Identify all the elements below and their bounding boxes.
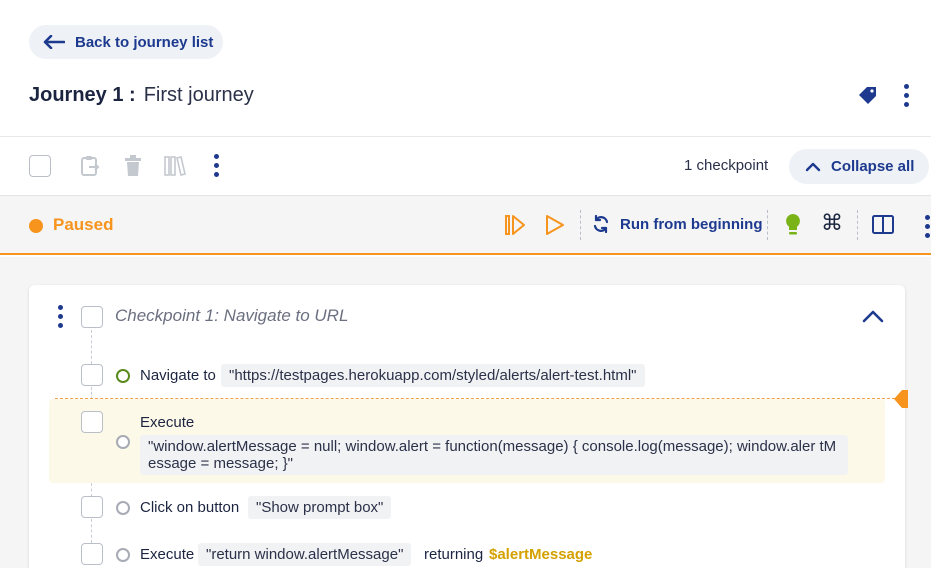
step-status-icon [116,369,130,383]
toolbar-options-menu-icon[interactable] [214,154,219,177]
back-to-journey-list-button[interactable]: Back to journey list [29,25,223,59]
paused-status-icon [29,219,43,233]
execution-status-label: Paused [53,215,114,234]
returned-variable[interactable]: $alertMessage [489,546,592,563]
run-from-beginning-label: Run from beginning [620,215,763,233]
step-action-label: Click on button [140,499,240,516]
journey-prefix: Journey 1 : [29,84,136,106]
chevron-up-icon [805,162,821,171]
command-icon[interactable]: ⌘ [821,211,843,236]
journey-options-menu-icon[interactable] [904,84,909,107]
checkpoint-count: 1 checkpoint [684,157,769,174]
chevron-up-icon[interactable] [861,306,885,326]
status-separator [767,210,768,240]
step-checkbox[interactable] [81,411,103,433]
arrow-left-icon [43,35,65,49]
refresh-icon [593,215,609,233]
collapse-all-label: Collapse all [831,158,915,175]
step-value[interactable]: "https://testpages.herokuapp.com/styled/… [221,364,645,387]
step-status-icon [116,501,130,515]
select-all-checkbox[interactable] [29,155,51,177]
header-divider [0,136,931,137]
step-checkbox[interactable] [81,496,103,518]
step-status-icon [116,435,130,449]
back-button-label: Back to journey list [75,33,214,51]
status-separator [857,210,858,240]
status-options-menu-icon[interactable] [925,215,930,238]
trash-icon[interactable] [122,154,144,178]
tag-icon[interactable] [856,85,880,107]
step-value[interactable]: "return window.alertMessage" [198,543,412,566]
step-action-label: Execute [140,414,195,431]
checkpoint-options-menu-icon[interactable] [58,305,63,328]
current-step-marker-icon [894,390,908,408]
step-action-label: Navigate to [140,367,216,384]
lightbulb-icon[interactable] [783,212,803,238]
paste-icon[interactable] [79,154,101,178]
play-icon[interactable] [544,212,566,238]
split-view-icon[interactable] [871,212,895,236]
checkpoint-checkbox[interactable] [81,306,103,328]
checkpoint-title[interactable]: Checkpoint 1: Navigate to URL [115,306,348,326]
step-checkbox[interactable] [81,543,103,565]
step-value[interactable]: "window.alertMessage = null; window.aler… [140,435,848,475]
step-connector [91,483,92,497]
page-title: Journey 1 : First journey [29,84,254,107]
collapse-all-button[interactable]: Collapse all [789,149,929,184]
step-value[interactable]: "Show prompt box" [248,496,392,519]
run-from-beginning-button[interactable]: Run from beginning [592,215,762,233]
status-separator [580,210,581,240]
current-step-indicator-line [55,398,900,399]
step-status-icon [116,548,130,562]
step-connector [91,519,92,543]
step-play-icon[interactable] [504,212,526,238]
step-connector [91,330,92,364]
journey-name[interactable]: First journey [144,84,254,107]
step-checkbox[interactable] [81,364,103,386]
library-icon[interactable] [163,154,187,178]
step-action-label: Execute [140,546,195,563]
step-suffix: returning [424,546,484,563]
